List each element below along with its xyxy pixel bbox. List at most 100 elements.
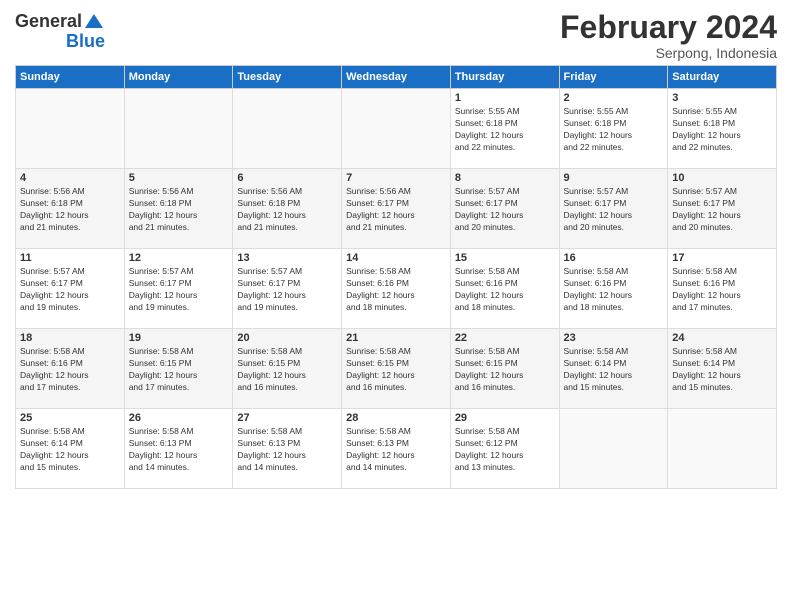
calendar-week-row: 11 Sunrise: 5:57 AM Sunset: 6:17 PM Dayli… — [16, 249, 777, 329]
day-info: Sunrise: 5:58 AM Sunset: 6:16 PM Dayligh… — [672, 266, 772, 314]
day-number: 20 — [237, 332, 337, 344]
day-info: Sunrise: 5:57 AM Sunset: 6:17 PM Dayligh… — [455, 186, 555, 234]
calendar-body: 1Sunrise: 5:55 AM Sunset: 6:18 PM Daylig… — [16, 89, 777, 489]
calendar-cell: 8 Sunrise: 5:57 AM Sunset: 6:17 PM Daylig… — [450, 169, 559, 249]
day-number: 24 — [672, 332, 772, 344]
day-number: 17 — [672, 252, 772, 264]
calendar-cell: 10 Sunrise: 5:57 AM Sunset: 6:17 PM Dayli… — [668, 169, 777, 249]
day-number: 25 — [20, 412, 120, 424]
calendar-header-cell: Friday — [559, 66, 668, 89]
calendar-cell: 21 Sunrise: 5:58 AM Sunset: 6:15 PM Dayli… — [342, 329, 451, 409]
calendar-cell: 1Sunrise: 5:55 AM Sunset: 6:18 PM Daylig… — [450, 89, 559, 169]
day-number: 10 — [672, 172, 772, 184]
day-info: Sunrise: 5:58 AM Sunset: 6:13 PM Dayligh… — [237, 426, 337, 474]
calendar-header-cell: Saturday — [668, 66, 777, 89]
calendar-cell — [559, 409, 668, 489]
day-info: Sunrise: 5:55 AM Sunset: 6:18 PM Dayligh… — [564, 106, 664, 154]
calendar-cell: 29Sunrise: 5:58 AM Sunset: 6:12 PM Dayli… — [450, 409, 559, 489]
calendar-cell — [16, 89, 125, 169]
calendar-cell: 20 Sunrise: 5:58 AM Sunset: 6:15 PM Dayli… — [233, 329, 342, 409]
calendar-cell — [124, 89, 233, 169]
calendar-week-row: 1Sunrise: 5:55 AM Sunset: 6:18 PM Daylig… — [16, 89, 777, 169]
day-info: Sunrise: 5:56 AM Sunset: 6:18 PM Dayligh… — [129, 186, 229, 234]
day-info: Sunrise: 5:56 AM Sunset: 6:18 PM Dayligh… — [237, 186, 337, 234]
day-info: Sunrise: 5:57 AM Sunset: 6:17 PM Dayligh… — [129, 266, 229, 314]
day-info: Sunrise: 5:57 AM Sunset: 6:17 PM Dayligh… — [237, 266, 337, 314]
calendar-cell: 14 Sunrise: 5:58 AM Sunset: 6:16 PM Dayli… — [342, 249, 451, 329]
day-info: Sunrise: 5:58 AM Sunset: 6:13 PM Dayligh… — [346, 426, 446, 474]
day-info: Sunrise: 5:58 AM Sunset: 6:14 PM Dayligh… — [20, 426, 120, 474]
calendar-header-cell: Tuesday — [233, 66, 342, 89]
day-number: 29 — [455, 412, 555, 424]
day-info: Sunrise: 5:58 AM Sunset: 6:15 PM Dayligh… — [455, 346, 555, 394]
month-title: February 2024 — [560, 10, 777, 45]
day-info: Sunrise: 5:57 AM Sunset: 6:17 PM Dayligh… — [672, 186, 772, 234]
logo-blue: Blue — [66, 32, 105, 50]
day-info: Sunrise: 5:58 AM Sunset: 6:16 PM Dayligh… — [564, 266, 664, 314]
calendar-cell: 22 Sunrise: 5:58 AM Sunset: 6:15 PM Dayli… — [450, 329, 559, 409]
logo-general: General — [15, 12, 82, 30]
calendar-cell: 15Sunrise: 5:58 AM Sunset: 6:16 PM Dayli… — [450, 249, 559, 329]
day-number: 11 — [20, 252, 120, 264]
day-info: Sunrise: 5:58 AM Sunset: 6:15 PM Dayligh… — [129, 346, 229, 394]
day-number: 19 — [129, 332, 229, 344]
day-number: 27 — [237, 412, 337, 424]
day-number: 22 — [455, 332, 555, 344]
day-info: Sunrise: 5:58 AM Sunset: 6:16 PM Dayligh… — [455, 266, 555, 314]
day-info: Sunrise: 5:58 AM Sunset: 6:15 PM Dayligh… — [237, 346, 337, 394]
day-info: Sunrise: 5:58 AM Sunset: 6:16 PM Dayligh… — [346, 266, 446, 314]
day-number: 4 — [20, 172, 120, 184]
day-number: 8 — [455, 172, 555, 184]
day-number: 14 — [346, 252, 446, 264]
title-block: February 2024 Serpong, Indonesia — [560, 10, 777, 61]
day-info: Sunrise: 5:57 AM Sunset: 6:17 PM Dayligh… — [564, 186, 664, 234]
calendar-week-row: 18 Sunrise: 5:58 AM Sunset: 6:16 PM Dayli… — [16, 329, 777, 409]
calendar-cell: 28 Sunrise: 5:58 AM Sunset: 6:13 PM Dayli… — [342, 409, 451, 489]
day-info: Sunrise: 5:57 AM Sunset: 6:17 PM Dayligh… — [20, 266, 120, 314]
calendar-cell — [342, 89, 451, 169]
day-number: 9 — [564, 172, 664, 184]
calendar-cell: 12 Sunrise: 5:57 AM Sunset: 6:17 PM Dayli… — [124, 249, 233, 329]
calendar-week-row: 25 Sunrise: 5:58 AM Sunset: 6:14 PM Dayli… — [16, 409, 777, 489]
day-number: 5 — [129, 172, 229, 184]
calendar-header-cell: Thursday — [450, 66, 559, 89]
day-info: Sunrise: 5:58 AM Sunset: 6:15 PM Dayligh… — [346, 346, 446, 394]
day-number: 23 — [564, 332, 664, 344]
calendar-cell — [233, 89, 342, 169]
day-number: 18 — [20, 332, 120, 344]
day-number: 6 — [237, 172, 337, 184]
calendar-cell: 16Sunrise: 5:58 AM Sunset: 6:16 PM Dayli… — [559, 249, 668, 329]
day-number: 21 — [346, 332, 446, 344]
calendar-cell: 11 Sunrise: 5:57 AM Sunset: 6:17 PM Dayli… — [16, 249, 125, 329]
calendar-cell: 24 Sunrise: 5:58 AM Sunset: 6:14 PM Dayli… — [668, 329, 777, 409]
calendar-header-cell: Sunday — [16, 66, 125, 89]
day-number: 28 — [346, 412, 446, 424]
day-info: Sunrise: 5:58 AM Sunset: 6:14 PM Dayligh… — [672, 346, 772, 394]
subtitle: Serpong, Indonesia — [560, 45, 777, 61]
calendar-cell: 18 Sunrise: 5:58 AM Sunset: 6:16 PM Dayli… — [16, 329, 125, 409]
logo: General Blue — [15, 10, 105, 50]
day-number: 7 — [346, 172, 446, 184]
calendar-table: SundayMondayTuesdayWednesdayThursdayFrid… — [15, 65, 777, 489]
day-info: Sunrise: 5:55 AM Sunset: 6:18 PM Dayligh… — [672, 106, 772, 154]
calendar-cell: 17 Sunrise: 5:58 AM Sunset: 6:16 PM Dayli… — [668, 249, 777, 329]
calendar-cell: 3Sunrise: 5:55 AM Sunset: 6:18 PM Daylig… — [668, 89, 777, 169]
day-number: 12 — [129, 252, 229, 264]
calendar-header-cell: Monday — [124, 66, 233, 89]
day-info: Sunrise: 5:58 AM Sunset: 6:16 PM Dayligh… — [20, 346, 120, 394]
calendar-cell: 27 Sunrise: 5:58 AM Sunset: 6:13 PM Dayli… — [233, 409, 342, 489]
calendar-cell: 5 Sunrise: 5:56 AM Sunset: 6:18 PM Daylig… — [124, 169, 233, 249]
calendar-cell: 4Sunrise: 5:56 AM Sunset: 6:18 PM Daylig… — [16, 169, 125, 249]
page-container: General Blue February 2024 Serpong, Indo… — [0, 0, 792, 499]
day-number: 26 — [129, 412, 229, 424]
day-number: 13 — [237, 252, 337, 264]
calendar-cell: 6 Sunrise: 5:56 AM Sunset: 6:18 PM Daylig… — [233, 169, 342, 249]
day-number: 2 — [564, 92, 664, 104]
calendar-cell: 2 Sunrise: 5:55 AM Sunset: 6:18 PM Daylig… — [559, 89, 668, 169]
calendar-header-row: SundayMondayTuesdayWednesdayThursdayFrid… — [16, 66, 777, 89]
day-info: Sunrise: 5:58 AM Sunset: 6:14 PM Dayligh… — [564, 346, 664, 394]
calendar-header-cell: Wednesday — [342, 66, 451, 89]
calendar-cell: 23 Sunrise: 5:58 AM Sunset: 6:14 PM Dayli… — [559, 329, 668, 409]
logo-icon — [83, 10, 105, 32]
calendar-week-row: 4 Sunrise: 5:56 AM Sunset: 6:18 PM Daylig… — [16, 169, 777, 249]
